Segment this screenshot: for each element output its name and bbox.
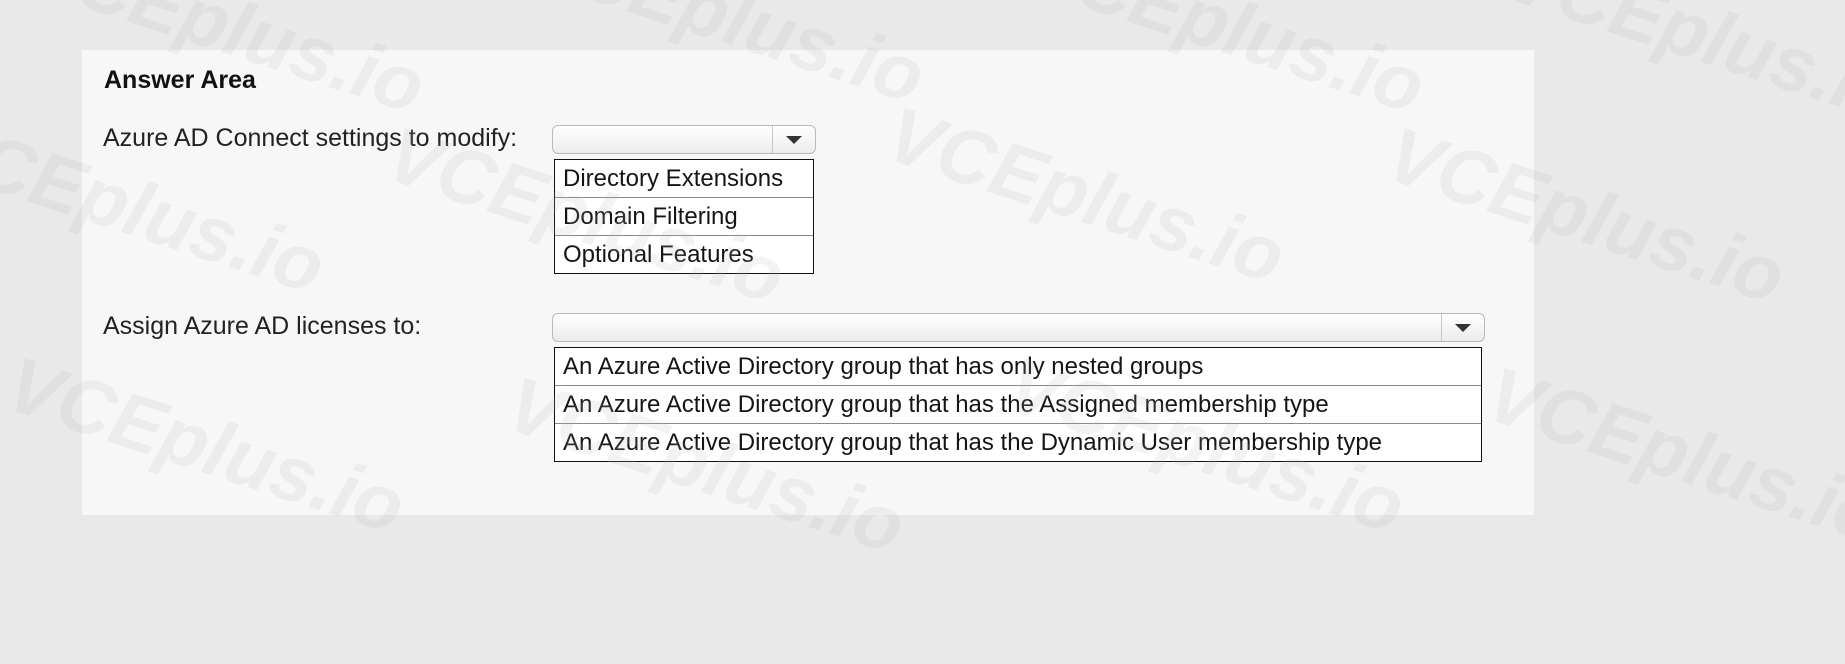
q2-option-nested-groups[interactable]: An Azure Active Directory group that has… [555, 348, 1481, 386]
watermark-text: VCEplus.io [1496, 0, 1845, 141]
q1-label: Azure AD Connect settings to modify: [103, 124, 518, 152]
q2-label: Assign Azure AD licenses to: [103, 312, 422, 340]
q1-dropdown-arrow[interactable] [772, 126, 815, 153]
q1-dropdown[interactable] [552, 125, 816, 154]
q2-option-assigned-membership[interactable]: An Azure Active Directory group that has… [555, 386, 1481, 424]
q1-options-list: Directory Extensions Domain Filtering Op… [554, 159, 814, 274]
q2-option-dynamic-user-membership[interactable]: An Azure Active Directory group that has… [555, 424, 1481, 461]
q2-dropdown-arrow[interactable] [1441, 314, 1484, 341]
answer-area-title: Answer Area [104, 66, 256, 94]
q1-option-domain-filtering[interactable]: Domain Filtering [555, 198, 813, 236]
chevron-down-icon [786, 135, 802, 144]
q1-option-directory-extensions[interactable]: Directory Extensions [555, 160, 813, 198]
chevron-down-icon [1455, 323, 1471, 332]
q2-options-list: An Azure Active Directory group that has… [554, 347, 1482, 462]
q1-option-optional-features[interactable]: Optional Features [555, 236, 813, 273]
q2-dropdown[interactable] [552, 313, 1485, 342]
answer-area-panel: Answer Area Azure AD Connect settings to… [82, 50, 1534, 515]
